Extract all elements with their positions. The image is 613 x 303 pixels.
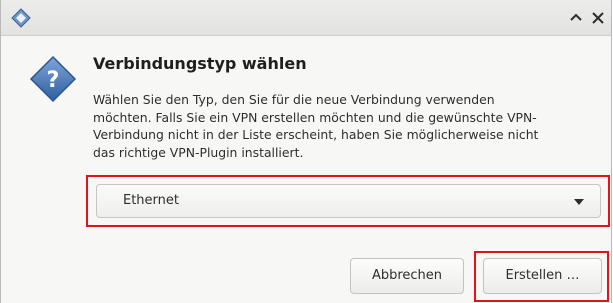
cancel-button[interactable]: Abbrechen	[350, 258, 464, 294]
close-icon[interactable]	[590, 10, 606, 26]
dialog-window: ? Verbindungstyp wählen Wählen Sie den T…	[0, 0, 612, 303]
dialog-heading: Verbindungstyp wählen	[93, 54, 307, 73]
description-line: Wählen Sie den Typ, den Sie für die neue…	[93, 92, 495, 107]
connection-type-select[interactable]: Ethernet	[96, 184, 601, 218]
svg-text:?: ?	[47, 68, 60, 93]
create-button[interactable]: Erstellen …	[483, 258, 602, 294]
dropdown-arrow-icon	[574, 199, 584, 205]
chevron-up-icon[interactable]	[568, 10, 584, 26]
vpn-diamond-icon	[11, 8, 31, 28]
description-line: das richtige VPN-Plugin installiert.	[93, 144, 304, 160]
connection-type-value: Ethernet	[123, 193, 179, 208]
question-icon: ?	[29, 55, 77, 103]
description-line: möchten. Falls Sie ein VPN erstellen möc…	[93, 109, 537, 125]
titlebar[interactable]	[1, 0, 611, 36]
description-line: Verbindung nicht in der Liste erscheint,…	[93, 127, 539, 142]
dialog-description: Wählen Sie den Typ, den Sie für die neue…	[93, 91, 598, 161]
